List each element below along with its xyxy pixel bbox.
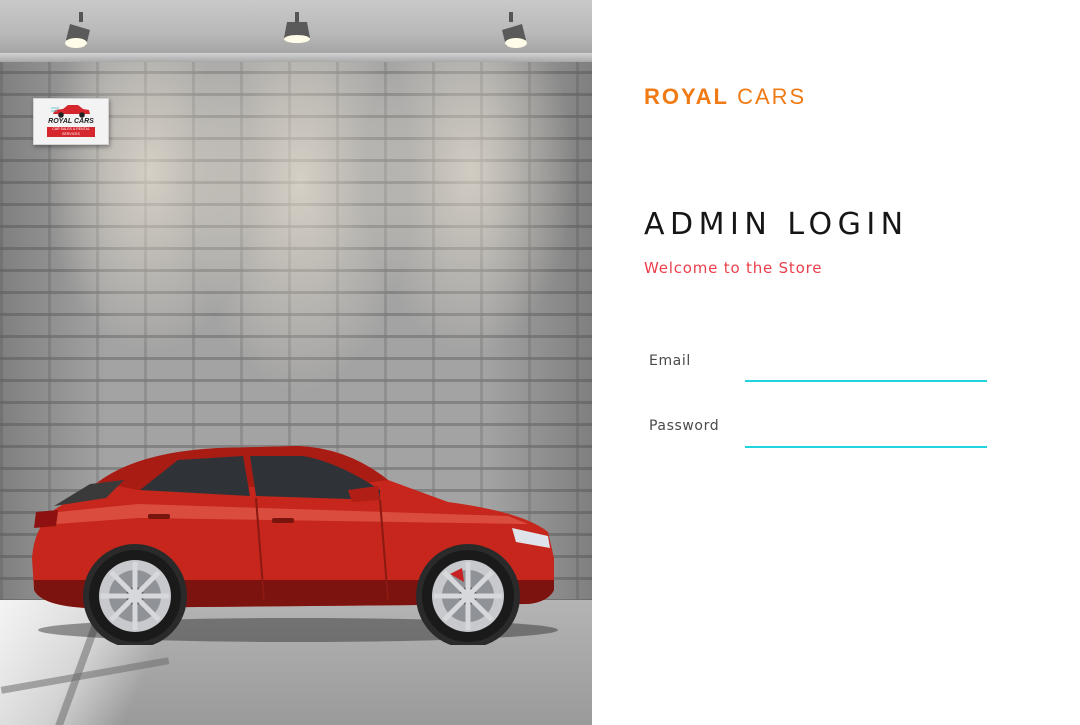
spotlight-icon xyxy=(65,12,90,48)
brand-name-first: ROYAL xyxy=(644,84,729,109)
logo-car-icon xyxy=(51,105,90,118)
password-field[interactable] xyxy=(745,418,987,448)
wall-logo-sign: ROYAL CARS CAR SALES & RENTAL SERVICES xyxy=(33,98,109,145)
page-title: ADMIN LOGIN xyxy=(644,207,909,242)
password-label: Password xyxy=(649,418,720,434)
logo-sign-tagline: CAR SALES & RENTAL SERVICES xyxy=(47,127,95,137)
spotlight-icon xyxy=(502,12,527,48)
hero-image: ROYAL CARS CAR SALES & RENTAL SERVICES xyxy=(0,0,592,725)
spotlight-icon xyxy=(284,12,310,43)
brand-logo: ROYAL CARS xyxy=(644,84,806,110)
brand-name-second: CARS xyxy=(737,84,807,109)
logo-sign-name: ROYAL CARS xyxy=(48,118,94,125)
red-suv-image xyxy=(32,446,558,645)
email-field[interactable] xyxy=(745,352,987,382)
email-label: Email xyxy=(649,353,691,369)
page-subtitle: Welcome to the Store xyxy=(644,259,823,277)
